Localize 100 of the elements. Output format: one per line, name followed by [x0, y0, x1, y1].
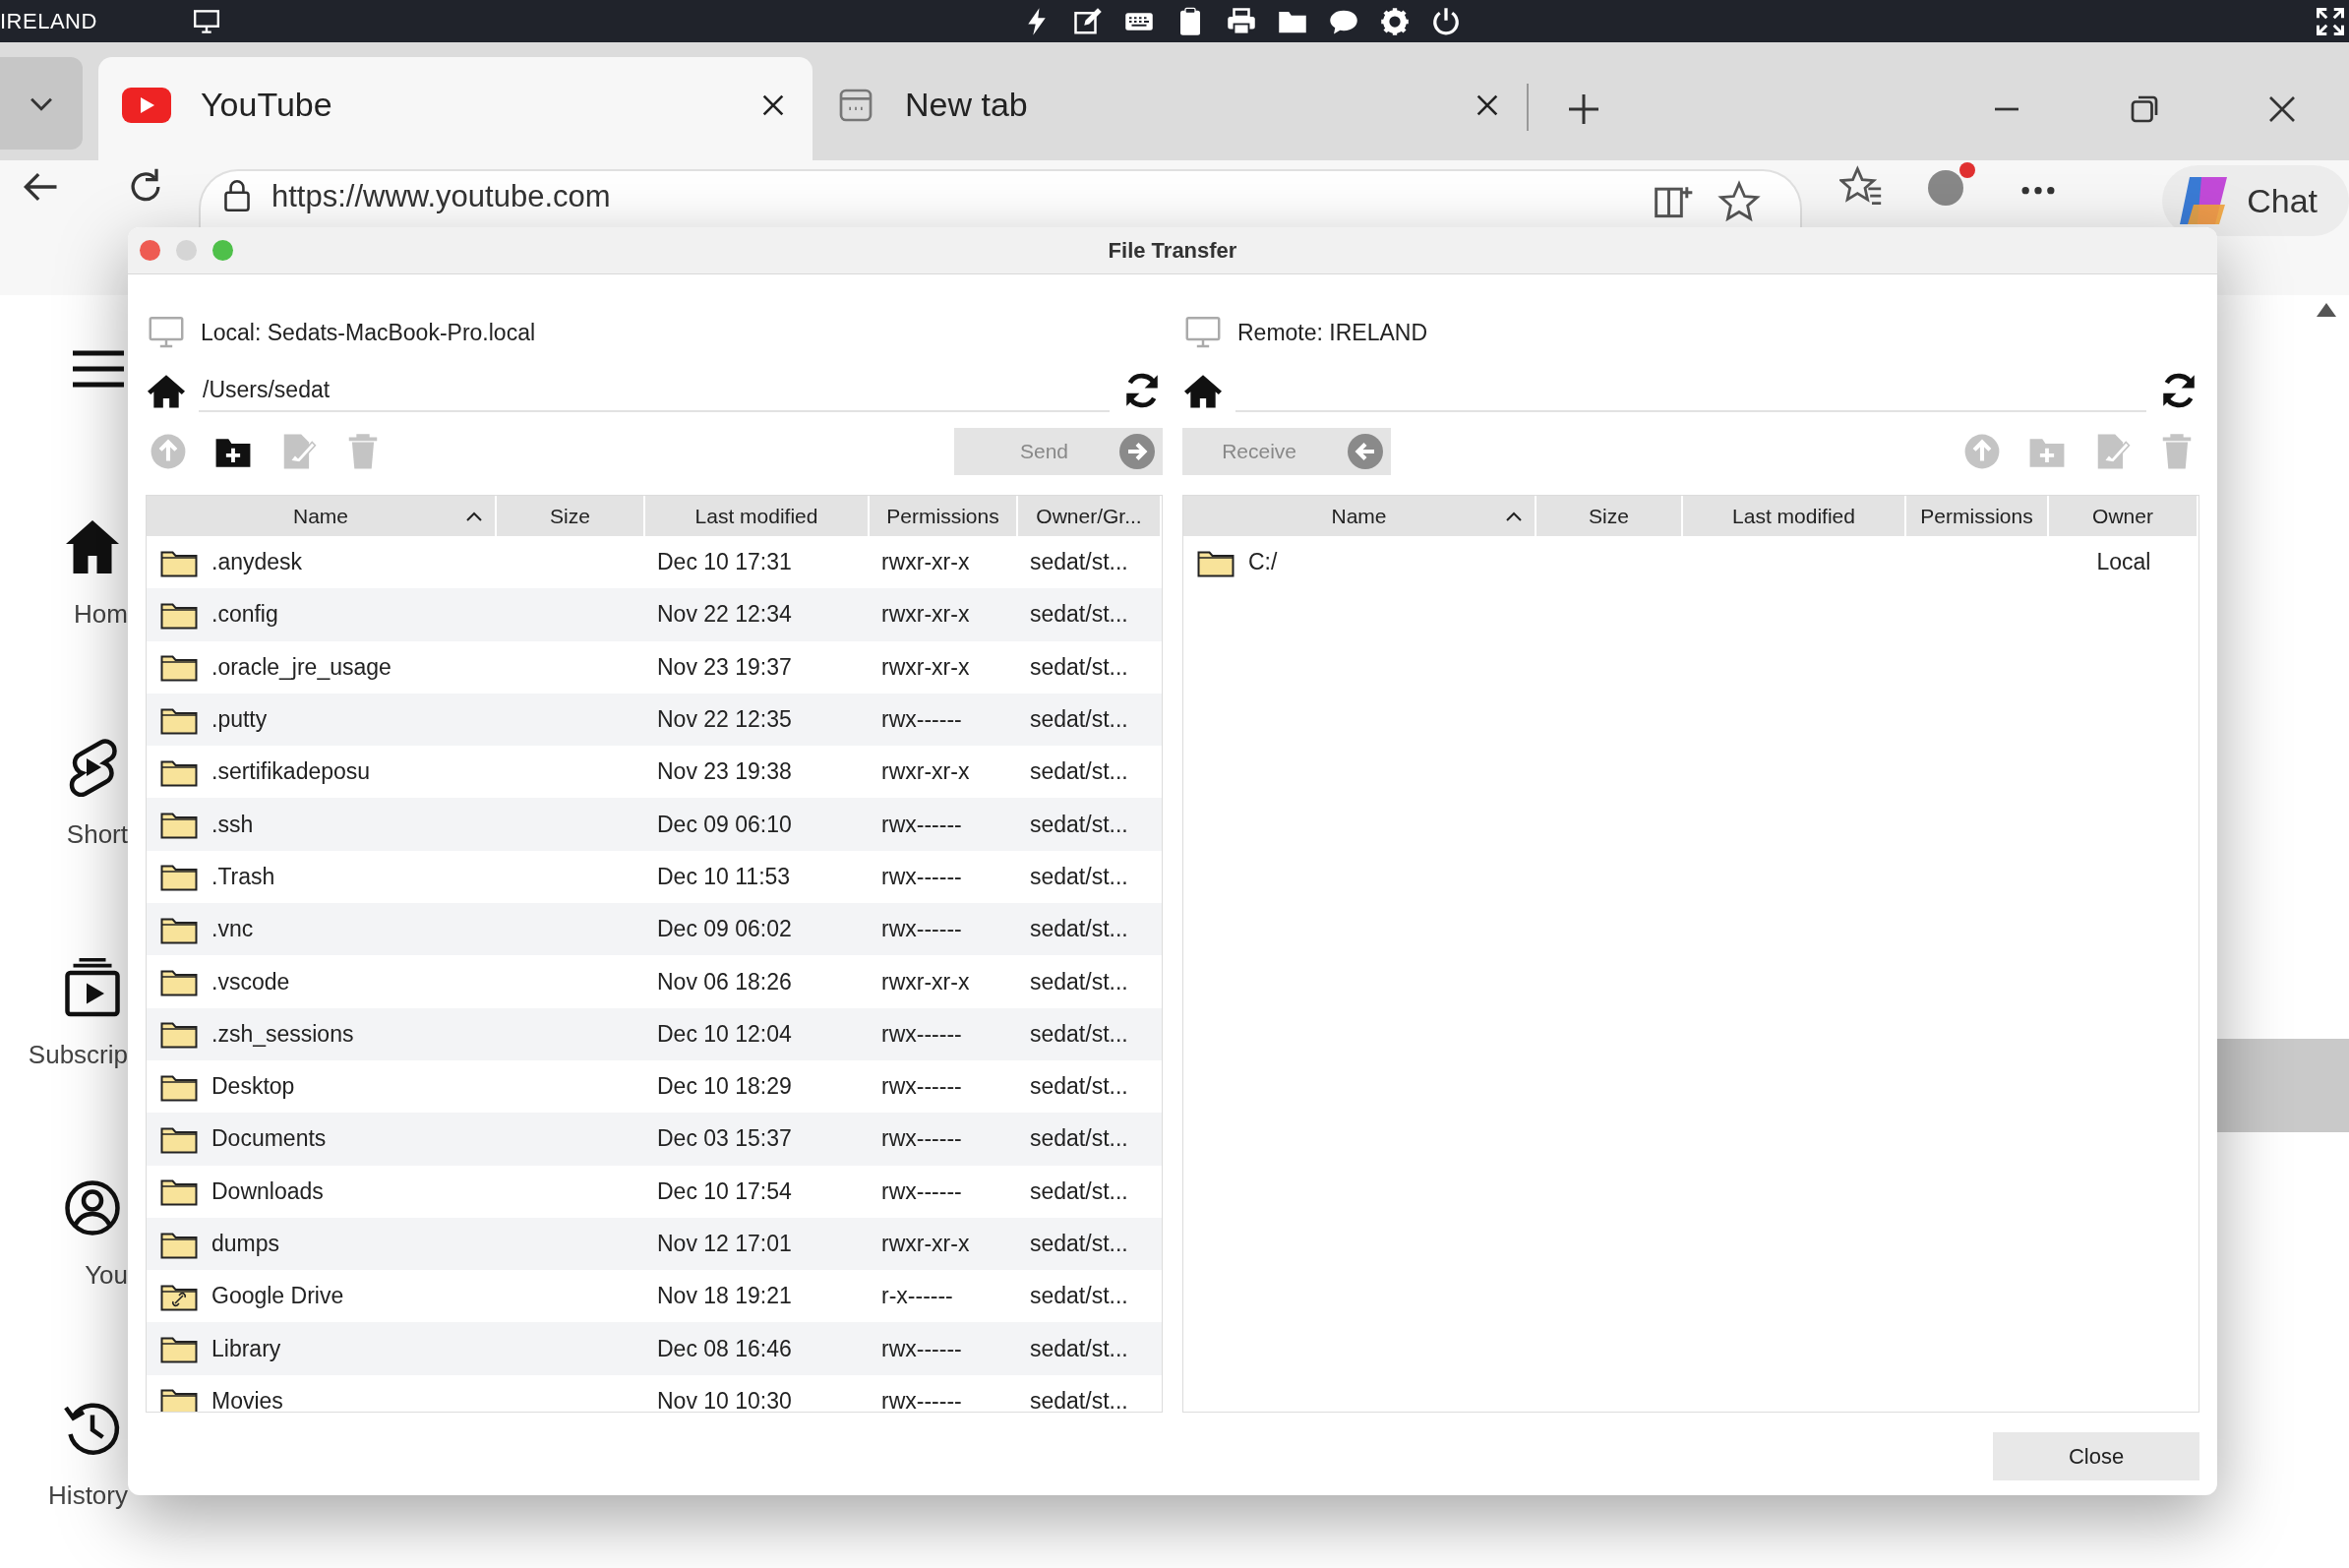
table-cell: sedat/st...: [1030, 758, 1128, 786]
table-cell: sedat/st...: [1030, 811, 1128, 838]
column-header[interactable]: Size: [1536, 496, 1683, 536]
column-header[interactable]: Name: [147, 496, 497, 536]
file-name[interactable]: .config: [211, 601, 278, 629]
printer-icon[interactable]: [1227, 6, 1256, 36]
file-name[interactable]: .oracle_jre_usage: [211, 653, 392, 681]
column-header[interactable]: Last modified: [645, 496, 870, 536]
column-header[interactable]: Owner/Gr...: [1018, 496, 1162, 536]
table-cell: Dec 09 06:02: [657, 916, 792, 943]
subscriptions-icon[interactable]: [63, 958, 122, 1017]
table-cell: rwxr-xr-x: [881, 1231, 970, 1257]
file-name[interactable]: C:/: [1248, 549, 1278, 576]
table-cell: sedat/st...: [1030, 601, 1128, 629]
arrow-left-icon: [1348, 434, 1383, 469]
remote-host-label: IRELAND: [0, 8, 97, 34]
arrow-right-icon: [1119, 434, 1155, 469]
fullscreen-icon[interactable]: [2316, 6, 2345, 36]
file-name[interactable]: Documents: [211, 1125, 327, 1153]
lock-icon: [224, 180, 250, 211]
edit-icon[interactable]: [1073, 6, 1103, 36]
table-cell: rwx------: [881, 1335, 962, 1362]
file-name[interactable]: .sertifikadeposu: [211, 758, 371, 786]
chat-button[interactable]: Chat: [2162, 165, 2349, 236]
file-name[interactable]: Library: [211, 1335, 281, 1362]
file-name[interactable]: .zsh_sessions: [211, 1020, 354, 1048]
table-cell: Nov 18 19:21: [657, 1283, 792, 1310]
monitor-icon: [1184, 316, 1222, 349]
browser-tab[interactable]: YouTube: [98, 57, 813, 160]
table-cell: sedat/st...: [1030, 1020, 1128, 1048]
close-light[interactable]: [140, 240, 160, 261]
settings-icon[interactable]: [1380, 6, 1410, 36]
table-cell: rwx------: [881, 1125, 962, 1153]
sidebar-label[interactable]: History: [48, 1479, 128, 1511]
table-cell: rwxr-xr-x: [881, 601, 970, 629]
star-icon[interactable]: [1717, 180, 1761, 223]
browser-tab[interactable]: New tab: [813, 57, 1527, 160]
table-cell: sedat/st...: [1030, 863, 1128, 890]
video-logo-icon: [122, 87, 171, 123]
sidebar-label[interactable]: Short: [66, 818, 128, 850]
monitor-icon[interactable]: [191, 8, 221, 34]
table-cell: Dec 08 16:46: [657, 1335, 792, 1362]
file-name[interactable]: .vscode: [211, 968, 290, 995]
table-cell: sedat/st...: [1030, 1177, 1128, 1205]
file-name[interactable]: .vnc: [211, 916, 254, 943]
table-cell: Dec 09 06:10: [657, 811, 792, 838]
table-cell: Nov 06 18:26: [657, 968, 792, 995]
table-cell: Nov 12 17:01: [657, 1231, 792, 1257]
close-button[interactable]: Close: [1993, 1432, 2199, 1480]
table-cell: sedat/st...: [1030, 1283, 1128, 1310]
table-cell: Nov 22 12:35: [657, 706, 792, 734]
sidebar-label[interactable]: Subscrip: [28, 1039, 128, 1070]
column-header[interactable]: Permissions: [870, 496, 1018, 536]
host-label: Local: Sedats-MacBook-Pro.local: [201, 319, 536, 346]
table-cell: rwx------: [881, 1073, 962, 1101]
path-field[interactable]: /Users/sedat: [199, 369, 1110, 412]
file-name[interactable]: Downloads: [211, 1177, 324, 1205]
power-icon[interactable]: [1431, 6, 1461, 36]
file-name[interactable]: Google Drive: [211, 1283, 344, 1310]
file-name[interactable]: .ssh: [211, 811, 254, 838]
file-name[interactable]: dumps: [211, 1231, 280, 1257]
table-cell: rwx------: [881, 863, 962, 890]
table-cell: rwxr-xr-x: [881, 758, 970, 786]
column-header[interactable]: Last modified: [1683, 496, 1906, 536]
sidebar-label[interactable]: Hom: [74, 598, 128, 630]
sidebar-label[interactable]: You: [85, 1259, 128, 1291]
table-cell: sedat/st...: [1030, 916, 1128, 943]
table-cell: Dec 10 11:53: [657, 863, 791, 890]
table-cell: Nov 23 19:37: [657, 653, 792, 681]
table-cell: Dec 10 17:31: [657, 549, 792, 576]
you-icon[interactable]: [63, 1178, 122, 1237]
table-cell: rwx------: [881, 916, 962, 943]
monitor-icon: [148, 316, 185, 349]
table-cell: sedat/st...: [1030, 968, 1128, 995]
table-cell: rwx------: [881, 1020, 962, 1048]
table-cell: sedat/st...: [1030, 1073, 1128, 1101]
file-name[interactable]: .anydesk: [211, 549, 303, 576]
table-cell: sedat/st...: [1030, 706, 1128, 734]
file-name[interactable]: Movies: [211, 1387, 283, 1412]
table-cell: rwx------: [881, 811, 962, 838]
table-cell: r-x------: [881, 1283, 953, 1310]
column-header[interactable]: Size: [497, 496, 645, 536]
column-header[interactable]: Name: [1183, 496, 1536, 536]
table-cell: rwxr-xr-x: [881, 549, 970, 576]
column-header[interactable]: Owner: [2049, 496, 2198, 536]
table-cell: sedat/st...: [1030, 653, 1128, 681]
column-header[interactable]: Permissions: [1906, 496, 2049, 536]
table-cell: Nov 10 10:30: [657, 1387, 792, 1412]
table-cell: sedat/st...: [1030, 1335, 1128, 1362]
table-cell: Dec 03 15:37: [657, 1125, 792, 1153]
table-cell: Dec 10 18:29: [657, 1073, 792, 1101]
file-name[interactable]: Desktop: [211, 1073, 295, 1101]
table-cell: Local: [2096, 549, 2151, 576]
scroll-up-icon[interactable]: [2316, 302, 2337, 318]
file-name[interactable]: .putty: [211, 706, 268, 734]
table-cell: sedat/st...: [1030, 1387, 1128, 1412]
table-cell: rwx------: [881, 706, 962, 734]
file-name[interactable]: .Trash: [211, 863, 275, 890]
table-cell: sedat/st...: [1030, 1231, 1128, 1257]
table-cell: Nov 23 19:38: [657, 758, 792, 786]
